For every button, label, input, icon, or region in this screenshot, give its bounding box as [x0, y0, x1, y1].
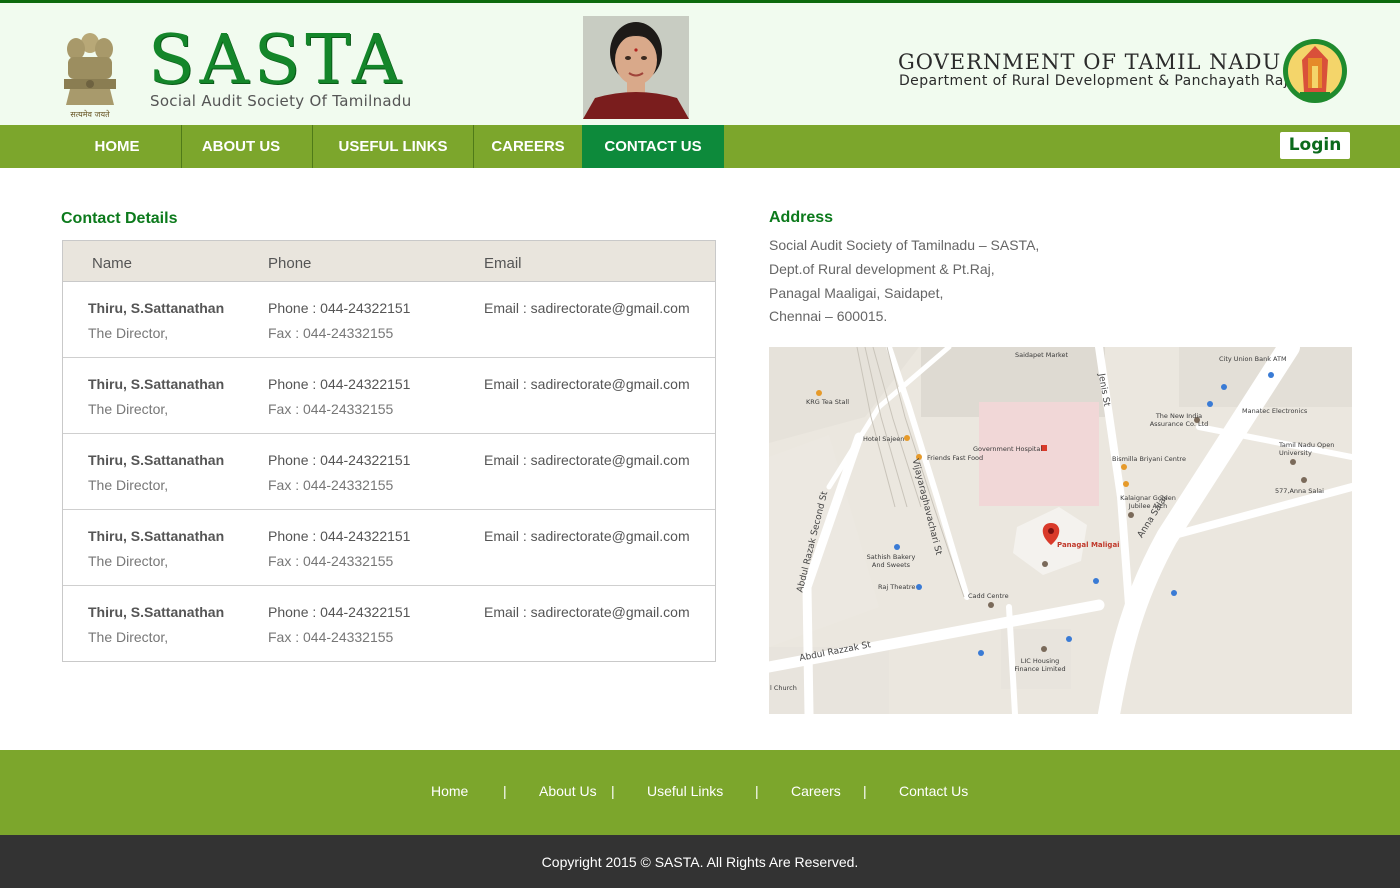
address-line: Social Audit Society of Tamilnadu – SAST… [769, 237, 1040, 253]
contact-name: Thiru, S.Sattanathan [88, 452, 225, 468]
map-label: Raj Theatre [878, 583, 916, 591]
map-label: Friends Fast Food [927, 454, 984, 462]
map-label: The New India Assurance Co. Ltd [1149, 412, 1209, 428]
map-label: Panagal Maligai [1057, 541, 1120, 549]
map-label: Manatec Electronics [1242, 407, 1308, 415]
footer-separator: | [755, 783, 759, 799]
nav-contact-us[interactable]: CONTACT US [582, 125, 724, 168]
contact-fax: Fax : 044-24332155 [268, 401, 394, 417]
map-label: KRG Tea Stall [806, 398, 850, 406]
footer-separator: | [611, 783, 615, 799]
address-line: Panagal Maaligai, Saidapet, [769, 285, 944, 301]
address-title: Address [769, 209, 834, 226]
contact-table: Name Phone Email Thiru, S.Sattanathan Th… [62, 240, 716, 662]
site-header: सत्यमेव जयते SASTA Social Audit Society … [0, 0, 1400, 125]
main-nav: HOME ABOUT US USEFUL LINKS CAREERS CONTA… [0, 125, 1400, 168]
map-label: Kalaignar Golden Jubilee Arch [1120, 494, 1176, 510]
login-button[interactable]: Login [1280, 132, 1350, 159]
contact-name: Thiru, S.Sattanathan [88, 604, 225, 620]
table-row: Thiru, S.Sattanathan The Director, Phone… [63, 358, 715, 434]
column-header-email: Email [484, 255, 522, 272]
map-label: Tamil Nadu Open University [1279, 441, 1335, 457]
contact-details-title: Contact Details [61, 210, 178, 227]
nav-careers[interactable]: CAREERS [474, 125, 582, 168]
contact-email: Email : sadirectorate@gmail.com [484, 300, 690, 316]
contact-email: Email : sadirectorate@gmail.com [484, 528, 690, 544]
contact-designation: The Director, [88, 325, 169, 341]
contact-name: Thiru, S.Sattanathan [88, 300, 225, 316]
contact-email: Email : sadirectorate@gmail.com [484, 452, 690, 468]
tamilnadu-emblem-icon [1283, 39, 1347, 103]
address-line: Chennai – 600015. [769, 308, 888, 324]
footer-link-about-us[interactable]: About Us [539, 783, 597, 799]
table-header: Name Phone Email [63, 241, 715, 282]
contact-fax: Fax : 044-24332155 [268, 477, 394, 493]
footer-nav: Home | About Us | Useful Links | Careers… [0, 750, 1400, 835]
contact-phone: Phone : 044-24322151 [268, 604, 411, 620]
contact-phone: Phone : 044-24322151 [268, 452, 411, 468]
contact-fax: Fax : 044-24332155 [268, 553, 394, 569]
site-logo-subtitle: Social Audit Society Of Tamilnadu [150, 92, 412, 110]
contact-name: Thiru, S.Sattanathan [88, 376, 225, 392]
page: सत्यमेव जयते SASTA Social Audit Society … [0, 0, 1400, 888]
contact-designation: The Director, [88, 553, 169, 569]
contact-email: Email : sadirectorate@gmail.com [484, 376, 690, 392]
column-header-name: Name [92, 255, 133, 272]
government-title: GOVERNMENT OF TAMIL NADU [898, 50, 1282, 74]
map-label: City Union Bank ATM [1219, 355, 1287, 363]
footer-separator: | [503, 783, 507, 799]
contact-name: Thiru, S.Sattanathan [88, 528, 225, 544]
map-label: l Church [770, 684, 797, 692]
nav-useful-links[interactable]: USEFUL LINKS [313, 125, 473, 168]
map-label: Bismilla Briyani Centre [1112, 455, 1186, 463]
portrait-photo [583, 16, 689, 119]
table-row: Thiru, S.Sattanathan The Director, Phone… [63, 434, 715, 510]
department-subtitle: Department of Rural Development & Pancha… [899, 73, 1289, 89]
footer-link-home[interactable]: Home [431, 783, 468, 799]
nav-home[interactable]: HOME [64, 125, 170, 168]
contact-fax: Fax : 044-24332155 [268, 325, 394, 341]
contact-phone: Phone : 044-24322151 [268, 300, 411, 316]
footer-separator: | [863, 783, 867, 799]
footer-link-careers[interactable]: Careers [791, 783, 841, 799]
table-row: Thiru, S.Sattanathan The Director, Phone… [63, 510, 715, 586]
footer-link-contact-us[interactable]: Contact Us [899, 783, 968, 799]
nav-about-us[interactable]: ABOUT US [182, 125, 300, 168]
emblem-caption: सत्यमेव जयते [70, 110, 110, 119]
contact-phone: Phone : 044-24322151 [268, 376, 411, 392]
contact-phone: Phone : 044-24322151 [268, 528, 411, 544]
map-label: LIC Housing Finance Limited [1014, 657, 1066, 673]
address-line: Dept.of Rural development & Pt.Raj, [769, 261, 995, 277]
map-label: Hotel Sajeen [863, 435, 905, 443]
contact-fax: Fax : 044-24332155 [268, 629, 394, 645]
column-header-phone: Phone [268, 255, 312, 272]
copyright-text: Copyright 2015 © SASTA. All Rights Are R… [541, 854, 859, 870]
map-label: Cadd Centre [968, 592, 1009, 600]
table-row: Thiru, S.Sattanathan The Director, Phone… [63, 586, 715, 662]
map-label: 577,Anna Salai [1275, 487, 1324, 495]
copyright-bar: Copyright 2015 © SASTA. All Rights Are R… [0, 835, 1400, 888]
contact-designation: The Director, [88, 629, 169, 645]
contact-email: Email : sadirectorate@gmail.com [484, 604, 690, 620]
contact-designation: The Director, [88, 401, 169, 417]
map-label: Saidapet Market [1015, 351, 1069, 359]
contact-designation: The Director, [88, 477, 169, 493]
site-logo-title[interactable]: SASTA [148, 21, 406, 101]
map-label: Sathish Bakery And Sweets [866, 553, 916, 569]
location-map[interactable]: Saidapet Market City Union Bank ATM KRG … [769, 347, 1352, 714]
map-label: Government Hospital [973, 445, 1043, 453]
footer-link-useful-links[interactable]: Useful Links [647, 783, 723, 799]
table-row: Thiru, S.Sattanathan The Director, Phone… [63, 282, 715, 358]
